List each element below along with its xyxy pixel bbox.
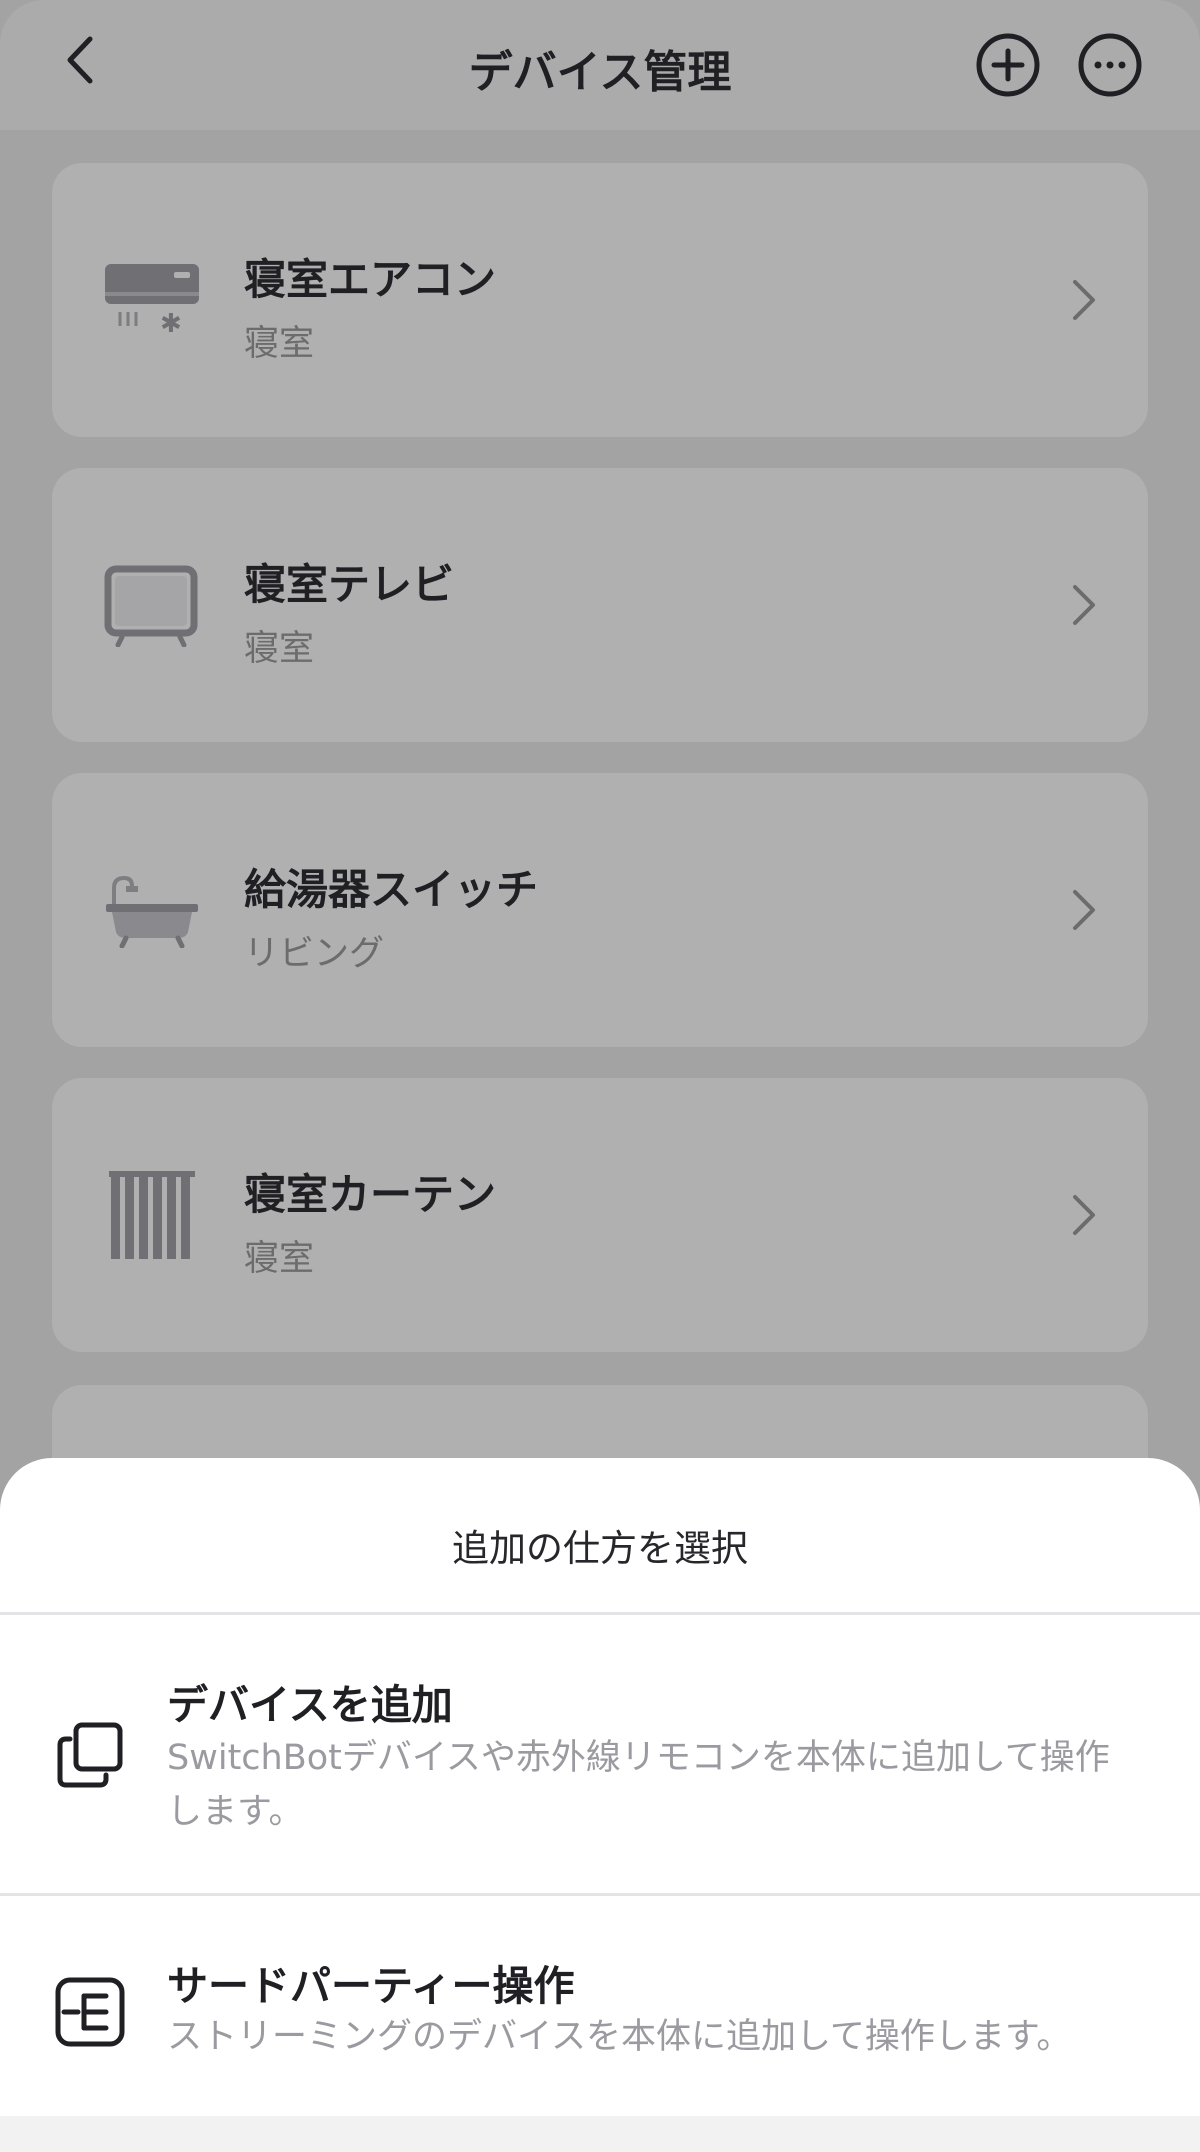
sheet-title: 追加の仕方を選択: [452, 1527, 748, 1570]
device-name: 給湯器スイッチ: [244, 865, 539, 914]
chevron-right-icon: [1064, 273, 1104, 327]
option-description: SwitchBotデバイスや赤外線リモコンを本体に追加して操作します。: [167, 1738, 1110, 1832]
chevron-right-icon: [1064, 883, 1104, 937]
bathtub-icon: [102, 865, 202, 955]
svg-text:✱: ✱: [160, 309, 182, 339]
device-room: リビング: [244, 934, 385, 974]
third-party-option[interactable]: サードパーティー操作 ストリーミングのデバイスを本体に追加して操作します。: [0, 1896, 1200, 2116]
back-button[interactable]: [50, 30, 110, 90]
device-card[interactable]: 寝室カーテン 寝室: [52, 1078, 1148, 1352]
device-name: 寝室エアコン: [244, 255, 497, 304]
more-button[interactable]: [1077, 32, 1143, 98]
chevron-right-icon: [1064, 578, 1104, 632]
curtain-icon: [102, 1170, 202, 1260]
more-horizontal-icon: [1078, 33, 1142, 97]
device-card[interactable]: 寝室テレビ 寝室: [52, 468, 1148, 742]
plus-circle-icon: [976, 33, 1040, 97]
device-name: 寝室カーテン: [244, 1170, 497, 1219]
third-party-icon: [50, 1972, 130, 2052]
bottom-safe-area: [0, 2116, 1200, 2152]
option-title: デバイスを追加: [167, 1681, 453, 1729]
device-room: 寝室: [244, 324, 315, 364]
option-description: ストリーミングのデバイスを本体に追加して操作します。: [167, 2017, 1072, 2057]
add-button[interactable]: [975, 32, 1041, 98]
app-bar: デバイス管理: [0, 0, 1200, 130]
device-list: ✱ 寝室エアコン 寝室 寝室テレビ 寝室 給湯器スイッチ リビング 寝室カーテン…: [52, 163, 1148, 1383]
device-name: 寝室テレビ: [244, 560, 455, 609]
chevron-left-icon: [67, 36, 93, 84]
device-card[interactable]: 給湯器スイッチ リビング: [52, 773, 1148, 1047]
copy-icon: [50, 1715, 130, 1795]
device-card[interactable]: ✱ 寝室エアコン 寝室: [52, 163, 1148, 437]
add-device-option[interactable]: デバイスを追加 SwitchBotデバイスや赤外線リモコンを本体に追加して操作し…: [0, 1615, 1200, 1893]
device-room: 寝室: [244, 629, 315, 669]
tv-icon: [102, 560, 202, 650]
option-title: サードパーティー操作: [167, 1962, 575, 2010]
add-method-sheet: 追加の仕方を選択 デバイスを追加 SwitchBotデバイスや赤外線リモコンを本…: [0, 1458, 1200, 2152]
device-room: 寝室: [244, 1239, 315, 1279]
chevron-right-icon: [1064, 1188, 1104, 1242]
air-conditioner-icon: ✱: [102, 255, 202, 345]
